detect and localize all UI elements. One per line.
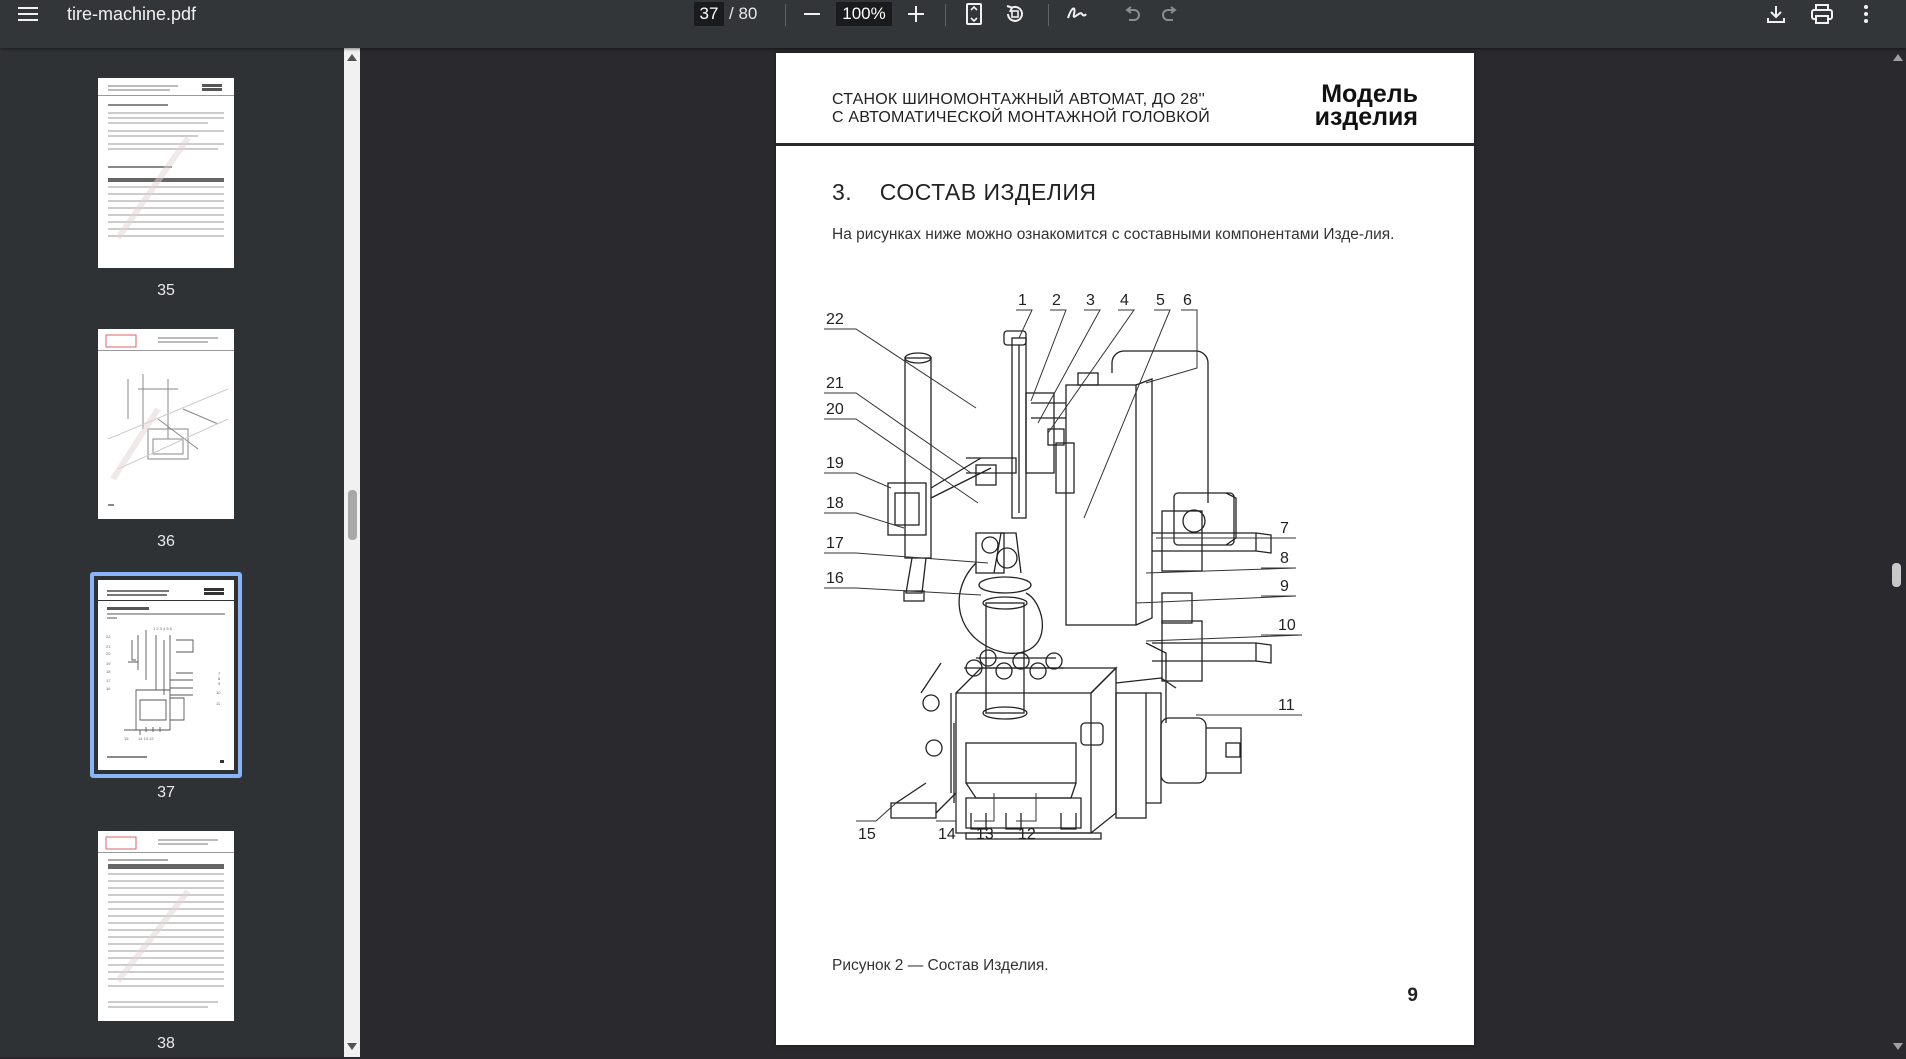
thumbnail-image: 1 2 3 4 5 6 22 21 20 19 18 17 16 7 8 9 10 11 15 14 …	[98, 580, 234, 770]
svg-text:17: 17	[106, 678, 111, 683]
thumbnail-label: 36	[157, 533, 175, 550]
callout-2: 2	[1052, 292, 1061, 309]
model-line-2: изделия	[1314, 103, 1418, 131]
page-number: 9	[1407, 985, 1418, 1006]
callout-9: 9	[1280, 578, 1289, 595]
document-scrollbar-thumb[interactable]	[1892, 563, 1901, 587]
callout-19: 19	[826, 455, 844, 472]
document-scrollbar[interactable]	[1890, 48, 1906, 1057]
callout-10: 10	[1278, 617, 1296, 634]
svg-text:18: 18	[106, 669, 111, 674]
svg-text:21: 21	[106, 644, 111, 649]
callout-labels: 1 2 3 4 5 6 7 8 9 10 11 12 13 14 15 16 1…	[826, 292, 1296, 843]
svg-text:9: 9	[218, 681, 221, 686]
callout-4: 4	[1120, 292, 1129, 309]
thumbnail-label: 35	[157, 282, 175, 299]
fit-page-icon[interactable]	[962, 2, 986, 26]
more-options-icon[interactable]	[1856, 2, 1876, 26]
callout-8: 8	[1280, 550, 1289, 567]
menu-icon[interactable]	[16, 4, 40, 24]
svg-text:1 2 3 4 5 6: 1 2 3 4 5 6	[153, 626, 173, 631]
thumbnail-label: 37	[157, 784, 175, 801]
callout-21: 21	[826, 375, 844, 392]
toolbar-divider	[1048, 4, 1049, 26]
callout-16: 16	[826, 570, 844, 587]
file-title: tire-machine.pdf	[67, 4, 197, 24]
callout-18: 18	[826, 495, 844, 512]
thumbnail-page-35[interactable]: 35	[98, 78, 234, 306]
zoom-out-button[interactable]	[800, 4, 824, 24]
callout-12: 12	[1018, 826, 1036, 843]
header-line-1: СТАНОК ШИНОМОНТАЖНЫЙ АВТОМАТ, ДО 28''	[832, 91, 1205, 108]
thumbnail-image	[98, 78, 234, 268]
thumbnail-page-36[interactable]: 36	[98, 329, 234, 557]
callout-20: 20	[826, 401, 844, 418]
svg-text:11: 11	[216, 701, 221, 706]
svg-text:14 13 12: 14 13 12	[138, 736, 154, 741]
zoom-input[interactable]: 100%	[836, 2, 892, 26]
scroll-up-arrow-icon[interactable]	[347, 54, 357, 61]
callout-13: 13	[976, 826, 994, 843]
sidebar-scrollbar-thumb[interactable]	[348, 490, 357, 540]
zoom-in-button[interactable]	[904, 4, 928, 24]
svg-text:22: 22	[106, 634, 111, 639]
page-header-model: Модель изделия	[1314, 82, 1418, 131]
callout-7: 7	[1280, 520, 1289, 537]
callout-5: 5	[1156, 292, 1165, 309]
svg-text:19: 19	[106, 661, 111, 666]
thumbnail-image	[98, 831, 234, 1021]
page-header-title: СТАНОК ШИНОМОНТАЖНЫЙ АВТОМАТ, ДО 28'' С …	[832, 91, 1210, 127]
callout-6: 6	[1183, 292, 1192, 309]
toolbar: tire-machine.pdf 37 / 80 100%	[0, 0, 1906, 48]
rotate-icon[interactable]	[1002, 2, 1028, 26]
toolbar-divider	[785, 4, 786, 26]
redo-icon[interactable]	[1158, 2, 1182, 26]
machine-outline	[887, 330, 1272, 840]
pdf-page: СТАНОК ШИНОМОНТАЖНЫЙ АВТОМАТ, ДО 28'' С …	[776, 53, 1474, 1045]
sidebar-scrollbar[interactable]	[344, 48, 360, 1057]
scroll-down-arrow-icon[interactable]	[1893, 1043, 1903, 1050]
scroll-up-arrow-icon[interactable]	[1893, 54, 1903, 61]
toolbar-divider	[945, 4, 946, 26]
callout-1: 1	[1018, 292, 1027, 309]
machine-drawing: 1 2 3 4 5 6 7 8 9 10 11 12 13 14 15 16 1…	[824, 292, 1303, 843]
section-title: 3. СОСТАВ ИЗДЕЛИЯ	[832, 179, 1097, 205]
page-total: / 80	[729, 4, 758, 23]
callout-leaders	[824, 309, 1303, 822]
thumbnail-image	[98, 329, 234, 519]
draw-icon[interactable]	[1064, 2, 1090, 26]
undo-icon[interactable]	[1120, 2, 1144, 26]
svg-text:16: 16	[106, 686, 111, 691]
thumbnail-label: 38	[157, 1035, 175, 1052]
figure-caption: Рисунок 2 — Состав Изделия.	[832, 957, 1049, 974]
callout-22: 22	[826, 311, 844, 328]
intro-paragraph: На рисунках ниже можно ознакомится с сос…	[832, 226, 1395, 243]
callout-11: 11	[1278, 697, 1295, 714]
svg-text:20: 20	[106, 651, 111, 656]
page-number-input[interactable]: 37	[694, 2, 724, 26]
svg-text:15: 15	[124, 736, 129, 741]
header-line-2: С АВТОМАТИЧЕСКОЙ МОНТАЖНОЙ ГОЛОВКОЙ	[832, 109, 1210, 126]
header-divider	[776, 143, 1474, 146]
download-icon[interactable]	[1764, 2, 1788, 26]
thumbnail-page-38[interactable]: 38	[98, 831, 234, 1059]
callout-17: 17	[826, 535, 844, 552]
callout-15: 15	[858, 826, 876, 843]
svg-text:10: 10	[216, 690, 221, 695]
scroll-down-arrow-icon[interactable]	[347, 1043, 357, 1050]
callout-14: 14	[938, 826, 956, 843]
callout-3: 3	[1086, 292, 1095, 309]
thumbnail-page-37[interactable]: 1 2 3 4 5 6 22 21 20 19 18 17 16 7 8 9 10 11 15 14 …	[98, 580, 234, 808]
print-icon[interactable]	[1809, 2, 1835, 26]
